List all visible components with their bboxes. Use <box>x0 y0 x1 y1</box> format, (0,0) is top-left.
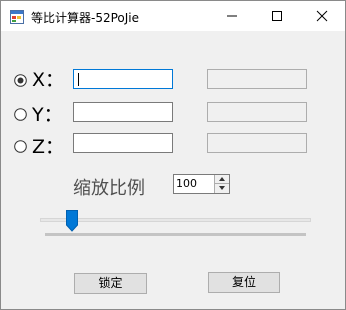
maximize-button[interactable] <box>254 1 300 31</box>
spin-up-button[interactable] <box>215 175 229 184</box>
app-window-icon <box>10 9 24 24</box>
text-caret <box>78 73 79 86</box>
window-title: 等比计算器-52PoJie <box>31 11 140 25</box>
y-result-field[interactable] <box>207 102 307 122</box>
slider-tick-bar <box>45 233 306 236</box>
title-bar[interactable]: 等比计算器-52PoJie <box>1 1 345 31</box>
scale-label: 缩放比例 <box>73 178 145 199</box>
radio-y[interactable] <box>14 106 27 121</box>
z-result-field[interactable] <box>207 133 307 153</box>
minimize-button[interactable] <box>209 1 255 31</box>
scale-spinner[interactable]: 100 <box>173 174 230 194</box>
scale-slider-track[interactable] <box>40 218 311 222</box>
z-label: Z： <box>32 136 65 158</box>
maximize-icon <box>272 11 282 21</box>
x-label: X： <box>32 69 65 91</box>
spin-down-button[interactable] <box>215 184 229 193</box>
calculator-window: 等比计算器-52PoJie X： Y： Z： 缩放比例 100 锁定 复位 <box>0 0 346 310</box>
radio-x[interactable] <box>14 72 27 87</box>
scale-slider-thumb[interactable] <box>66 210 78 232</box>
scale-value: 100 <box>176 177 197 190</box>
z-input[interactable] <box>73 133 173 153</box>
reset-button[interactable]: 复位 <box>208 272 280 293</box>
minimize-icon <box>227 15 237 17</box>
y-label: Y： <box>32 104 63 126</box>
x-input[interactable] <box>73 69 173 89</box>
chevron-up-icon <box>219 177 225 181</box>
close-button[interactable] <box>299 1 345 31</box>
chevron-down-icon <box>219 186 225 190</box>
close-icon <box>316 10 328 22</box>
radio-z[interactable] <box>14 138 27 153</box>
x-result-field[interactable] <box>207 69 307 89</box>
lock-button[interactable]: 锁定 <box>74 273 147 294</box>
y-input[interactable] <box>73 102 173 122</box>
spinner-buttons <box>214 175 229 193</box>
